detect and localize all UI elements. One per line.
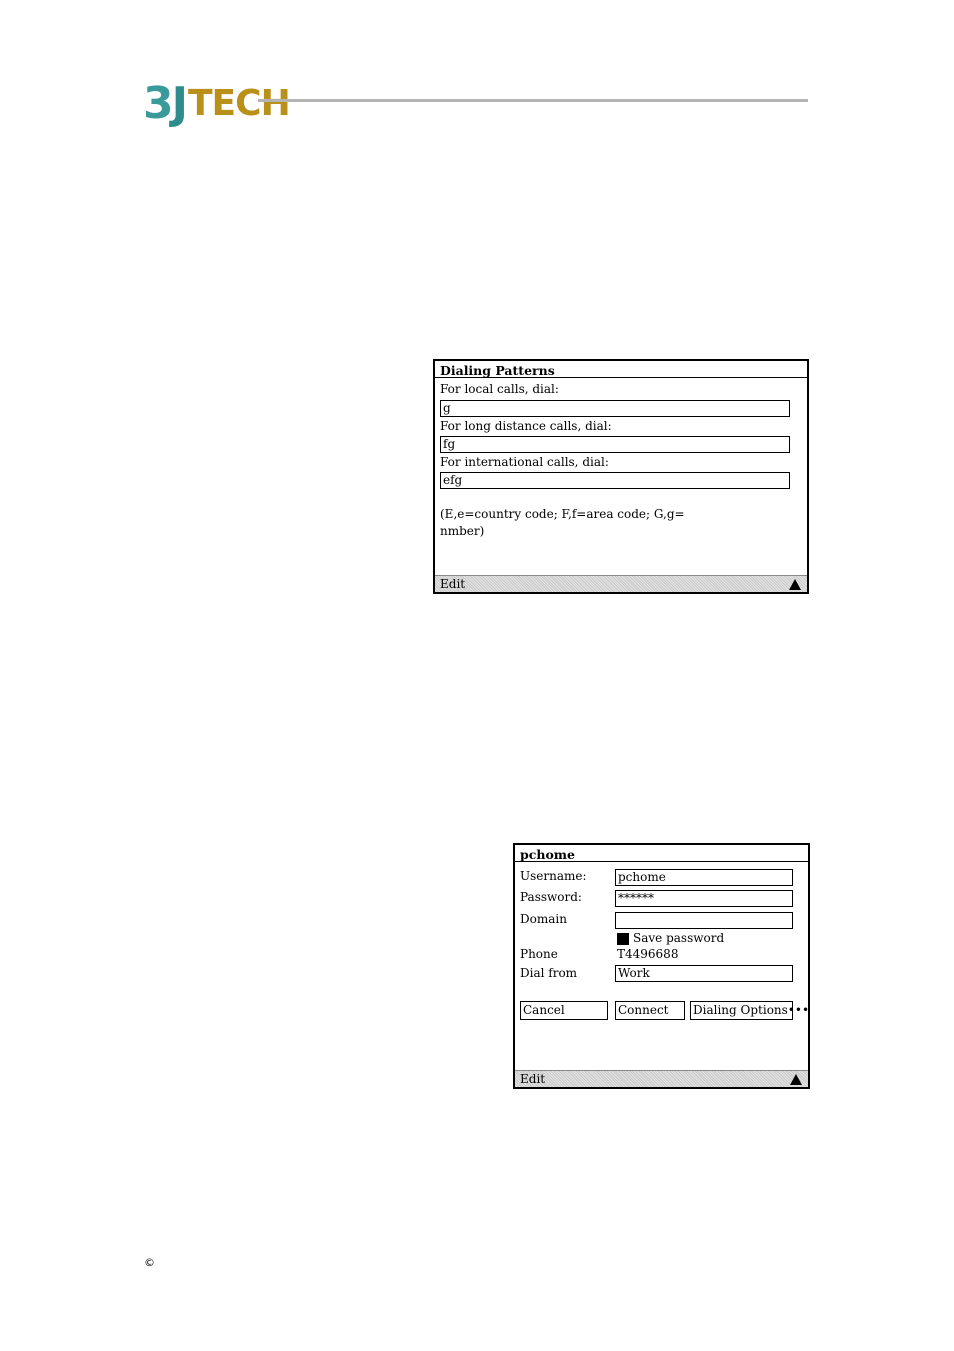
company-logo: 3 J TECH [143, 70, 291, 129]
connect-button[interactable]: Connect [615, 1001, 685, 1020]
international-label: For international calls, dial: [440, 455, 609, 469]
password-label: Password: [520, 890, 582, 904]
domain-input[interactable] [615, 912, 793, 929]
dialing-patterns-menubar: Edit [435, 575, 807, 592]
username-input[interactable]: pchome [615, 869, 793, 886]
long-distance-label: For long distance calls, dial: [440, 419, 612, 433]
dialing-patterns-title: Dialing Patterns [435, 361, 807, 378]
dialing-options-button[interactable]: Dialing Options••• [690, 1001, 809, 1020]
connect-dialog-window: pchome Username: pchome Password: ******… [513, 843, 810, 1089]
password-input[interactable]: ****** [615, 890, 793, 907]
scroll-up-arrow-icon[interactable] [789, 579, 801, 590]
logo-mark-tech: TECH [188, 83, 291, 124]
local-calls-label: For local calls, dial: [440, 382, 559, 396]
logo-mark-j: J [171, 78, 188, 129]
international-input[interactable]: efg [440, 472, 790, 489]
save-password-checkbox[interactable] [617, 933, 629, 945]
connect-dialog-menubar: Edit [515, 1070, 808, 1087]
edit-menu[interactable]: Edit [520, 1072, 545, 1086]
save-password-label: Save password [633, 931, 725, 945]
long-distance-input[interactable]: fg [440, 436, 790, 453]
phone-value: T4496688 [617, 947, 679, 961]
phone-label: Phone [520, 947, 558, 961]
local-calls-input[interactable]: g [440, 400, 790, 417]
edit-menu[interactable]: Edit [440, 577, 465, 591]
copyright-symbol: © [144, 1256, 155, 1269]
dial-from-select[interactable]: Work [615, 965, 793, 982]
dial-from-label: Dial from [520, 966, 578, 980]
username-label: Username: [520, 869, 587, 883]
domain-label: Domain [520, 912, 567, 926]
dialing-patterns-window: Dialing Patterns For local calls, dial: … [433, 359, 809, 594]
header-rule [258, 99, 808, 102]
pattern-note-line2: nmber) [440, 524, 485, 538]
scroll-up-arrow-icon[interactable] [790, 1074, 802, 1085]
pattern-note-line1: (E,e=country code; F,f=area code; G,g= [440, 507, 685, 521]
logo-mark-3: 3 [143, 78, 174, 129]
connect-dialog-title: pchome [515, 845, 808, 862]
cancel-button[interactable]: Cancel [520, 1001, 608, 1020]
